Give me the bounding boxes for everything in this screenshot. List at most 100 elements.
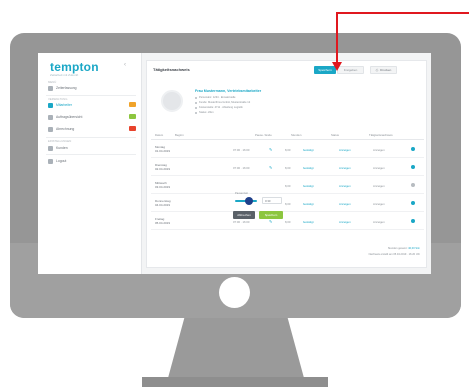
user-icon	[48, 102, 53, 108]
total-hours-label: Stunden gesamt:	[387, 247, 408, 250]
sidebar-item-kunden[interactable]: Kunden	[48, 144, 136, 152]
table-row[interactable]: Freitag 05.04.2019 07:00 · 16:00 ✎ 8,00 b…	[151, 213, 424, 230]
total-hours-value: 40,00 Std.	[408, 247, 420, 250]
table-row[interactable]: Mittwoch 03.04.2019 8,00 bestätigt Anzeig…	[151, 177, 424, 194]
table-row[interactable]: Dienstag 02.04.2019 07:00 · 16:00 ✎ 8,00 …	[151, 159, 424, 176]
row-action[interactable]: Anzeigen	[373, 184, 385, 188]
total-hours: Stunden gesamt: 40,00 Std.	[388, 247, 420, 250]
row-date: Montag 01.04.2019	[155, 145, 171, 153]
sidebar-item-label: Abrechnung	[56, 127, 75, 131]
sidebar: tempton Zeitarbeit mit Zukunft ‹ Menü Ze…	[38, 53, 142, 274]
row-date: Mittwoch 03.04.2019	[155, 181, 171, 189]
avatar	[161, 90, 183, 112]
pause-label: Pausenzeit	[235, 192, 248, 195]
sidebar-section: Einstellungen	[48, 139, 72, 143]
bullet-icon	[195, 106, 197, 109]
status-badge	[129, 126, 136, 131]
sidebar-item-label: Zeiterfassung	[56, 86, 77, 90]
profile-line: Status: offen	[195, 111, 214, 114]
column-header: Datum	[155, 133, 164, 137]
annotation-arrow	[454, 12, 469, 14]
row-link[interactable]: Anzeigen	[339, 148, 351, 152]
status-dot-icon	[411, 219, 415, 223]
edit-icon[interactable]: ✎	[269, 165, 272, 170]
status-dot-icon	[411, 165, 415, 169]
profile-line: Kunde: Musterfirma GmbH, Musterstraße 12	[195, 101, 250, 104]
row-action[interactable]: Anzeigen	[373, 166, 385, 170]
status-badge	[129, 102, 136, 107]
sidebar-item-abrechnung[interactable]: Abrechnung	[48, 125, 136, 133]
chevron-left-icon[interactable]: ‹	[124, 62, 126, 68]
sidebar-item-label: Kunden	[56, 146, 68, 150]
row-link[interactable]: Anzeigen	[339, 220, 351, 224]
pause-slider-handle[interactable]	[245, 197, 253, 205]
printer-icon: ⎙	[375, 68, 379, 72]
profile-line-text: Kunde: Musterfirma GmbH, Musterstraße 12	[199, 101, 251, 104]
column-header: Tätigkeitsnachweis	[369, 133, 393, 137]
edit-icon[interactable]: ✎	[269, 147, 272, 152]
stage: tempton Zeitarbeit mit Zukunft ‹ Menü Ze…	[0, 0, 469, 389]
row-date: Donnerstag 04.04.2019	[155, 199, 171, 207]
bullet-icon	[195, 111, 197, 114]
row-time: 07:00 · 16:00	[233, 148, 250, 152]
confirm-button[interactable]: Speichern	[259, 211, 283, 219]
row-hours: 8,00	[285, 148, 291, 152]
monitor-base	[142, 377, 328, 387]
profile-line: Personalnr. 1234 · Einsatzstelle	[195, 96, 235, 99]
table-row[interactable]: Donnerstag 04.04.2019 8,00 bestätigt Anze…	[151, 195, 424, 212]
page-title: Tätigkeitsnachweis	[153, 67, 190, 72]
sidebar-divider	[46, 154, 136, 155]
pause-select[interactable]: 0:30	[262, 197, 282, 204]
row-status: bestätigt	[303, 202, 314, 206]
status-badge	[129, 114, 136, 119]
building-icon	[48, 145, 53, 151]
row-status: bestätigt	[303, 220, 314, 224]
sidebar-divider	[46, 137, 136, 138]
sidebar-item-logout[interactable]: Logout	[48, 157, 136, 165]
status-dot-icon	[411, 201, 415, 205]
row-hours: 8,00	[285, 166, 291, 170]
status-dot-icon	[411, 147, 415, 151]
row-status: bestätigt	[303, 148, 314, 152]
sidebar-item-label: Logout	[56, 159, 67, 163]
print-button[interactable]: ⎙ Drucken	[370, 66, 397, 74]
sidebar-item-mitarbeiter[interactable]: Mitarbeiter	[48, 101, 136, 109]
app-logo: tempton	[50, 60, 99, 74]
row-action[interactable]: Anzeigen	[373, 220, 385, 224]
table-header: Datum Beginn Pause / Ende Stunden Status…	[151, 131, 424, 140]
row-action[interactable]: Anzeigen	[373, 148, 385, 152]
bullet-icon	[195, 96, 197, 99]
sidebar-item-auftraege[interactable]: Auftragsübersicht	[48, 113, 136, 121]
row-action[interactable]: Anzeigen	[373, 202, 385, 206]
annotation-arrow	[336, 12, 456, 14]
row-status: bestätigt	[303, 166, 314, 170]
profile-line-text: Status: offen	[199, 111, 214, 114]
row-link[interactable]: Anzeigen	[339, 202, 351, 206]
row-status: bestätigt	[303, 184, 314, 188]
power-button	[219, 277, 250, 308]
row-hours: 8,00	[285, 184, 291, 188]
row-link[interactable]: Anzeigen	[339, 184, 351, 188]
cancel-button[interactable]: Abbrechen	[233, 211, 255, 219]
logout-icon	[48, 158, 53, 164]
clock-icon	[48, 85, 53, 91]
profile-name: Frau Mustermann, Vertriebsmitarbeiter	[195, 89, 262, 93]
main-panel: Tätigkeitsnachweis Speichern Freigeben ⎙…	[146, 60, 427, 268]
monitor-stand	[168, 318, 304, 378]
profile-line: Kostenstelle: 4711 · Abteilung Logistik	[195, 106, 243, 109]
column-header: Stunden	[291, 133, 302, 137]
created-note: Nachweis erstellt am 05.04.2019 · 16:20 …	[368, 253, 420, 256]
invoice-icon	[48, 126, 53, 132]
row-date: Dienstag 02.04.2019	[155, 163, 171, 171]
app-tagline: Zeitarbeit mit Zukunft	[50, 73, 79, 77]
sidebar-divider	[46, 95, 136, 96]
sidebar-item-zeiterfassung[interactable]: Zeiterfassung	[48, 84, 136, 92]
row-date: Freitag 05.04.2019	[155, 217, 171, 225]
annotation-arrow	[336, 12, 338, 64]
table-row[interactable]: Montag 01.04.2019 07:00 · 16:00 ✎ 8,00 be…	[151, 141, 424, 158]
row-link[interactable]: Anzeigen	[339, 166, 351, 170]
row-time: 07:00 · 16:00	[233, 166, 250, 170]
profile-line-text: Kostenstelle: 4711 · Abteilung Logistik	[199, 106, 243, 109]
column-header: Pause / Ende	[255, 133, 272, 137]
column-header: Beginn	[175, 133, 184, 137]
